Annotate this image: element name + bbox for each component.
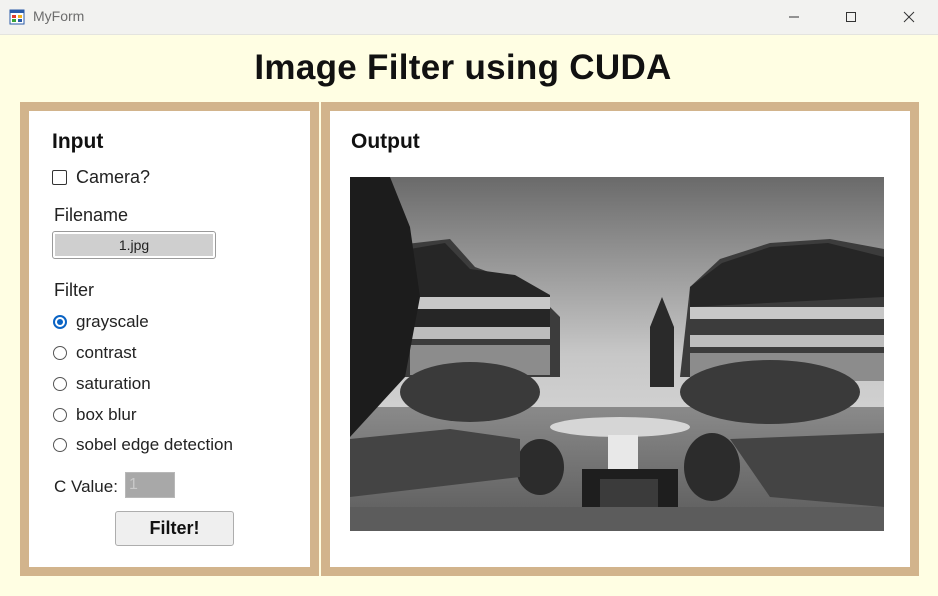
radio-box-blur[interactable]: box blur	[53, 405, 136, 425]
maximize-icon	[846, 12, 856, 22]
minimize-icon	[789, 16, 799, 18]
filename-field[interactable]: 1.jpg	[52, 231, 216, 259]
checkbox-box[interactable]	[52, 170, 67, 185]
input-panel-label: Input	[52, 130, 104, 153]
camera-checkbox-label: Camera?	[76, 167, 151, 187]
radio-saturation[interactable]: saturation	[53, 374, 151, 394]
c-value-label: C Value:	[54, 477, 118, 496]
output-panel-label: Output	[351, 130, 420, 153]
close-icon	[903, 11, 915, 23]
radio-button[interactable]	[53, 408, 67, 422]
radio-button[interactable]	[53, 346, 67, 360]
output-panel: Output	[321, 102, 919, 576]
filter-label: Filter	[54, 280, 94, 300]
radio-button[interactable]	[53, 438, 67, 452]
title-bar: MyForm	[0, 0, 938, 35]
radio-sobel-edge-detection[interactable]: sobel edge detection	[53, 435, 233, 455]
filename-value: 1.jpg	[55, 234, 213, 256]
page-title: Image Filter using CUDA	[254, 48, 672, 87]
app-icon	[9, 9, 25, 25]
radio-contrast[interactable]: contrast	[53, 343, 136, 363]
output-image	[350, 177, 884, 531]
minimize-button[interactable]	[771, 0, 817, 34]
maximize-button[interactable]	[828, 0, 874, 34]
radio-label: box blur	[76, 405, 137, 424]
radio-button-selected[interactable]	[53, 315, 67, 329]
filter-button[interactable]: Filter!	[115, 511, 234, 546]
camera-checkbox[interactable]: Camera?	[52, 167, 150, 188]
c-value-input[interactable]: 1	[125, 472, 175, 498]
filename-label: Filename	[54, 205, 129, 225]
radio-label: grayscale	[76, 312, 149, 331]
close-button[interactable]	[886, 0, 932, 34]
input-panel: Input Camera? Filename 1.jpg Filter gray…	[20, 102, 319, 576]
window-title: MyForm	[33, 8, 85, 24]
radio-grayscale[interactable]: grayscale	[53, 312, 149, 332]
radio-label: sobel edge detection	[76, 435, 233, 454]
radio-label: contrast	[76, 343, 137, 362]
radio-button[interactable]	[53, 377, 67, 391]
radio-label: saturation	[76, 374, 151, 393]
